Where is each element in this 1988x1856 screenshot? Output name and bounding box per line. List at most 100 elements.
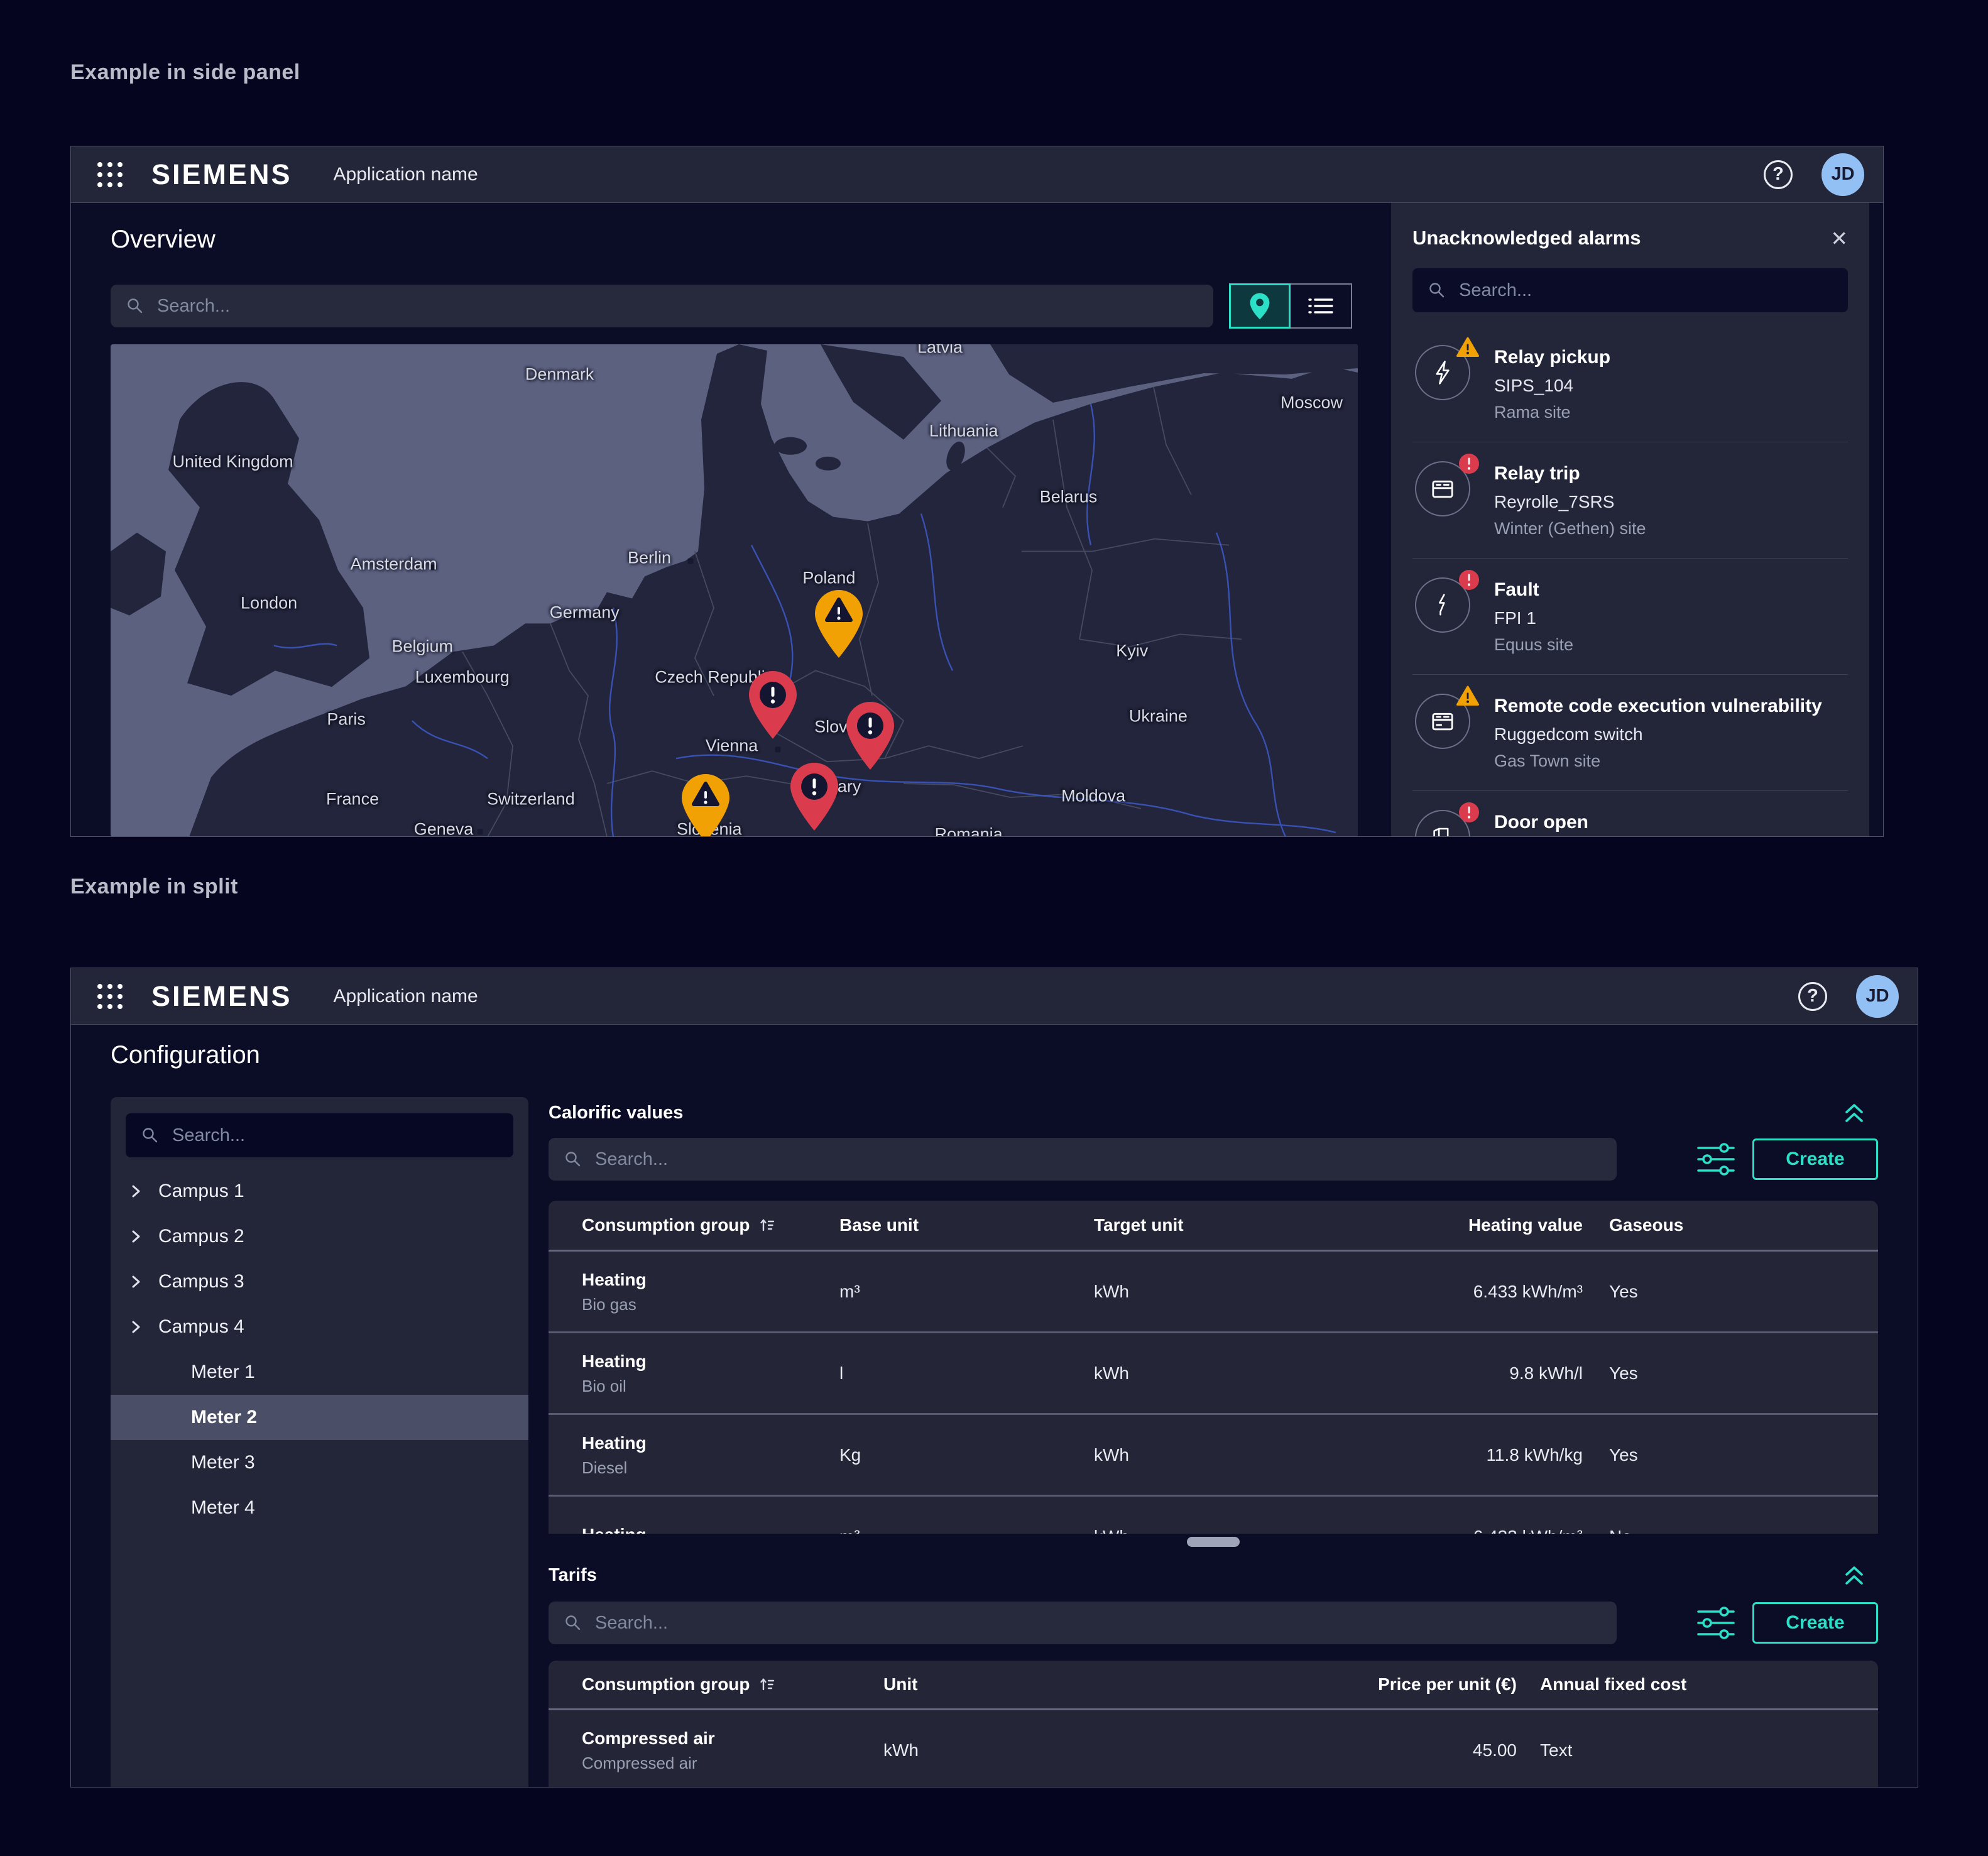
europe-map[interactable]: Denmark Latvia Moscow Lithuania United K… (111, 344, 1358, 837)
relay-device-icon (1429, 476, 1456, 502)
tree-item-label: Meter 3 (191, 1452, 255, 1473)
application-name: Application name (334, 986, 478, 1007)
tarifs-search-input[interactable] (594, 1612, 1600, 1634)
chevron-right-icon[interactable] (131, 1274, 158, 1289)
chevron-right-icon[interactable] (131, 1184, 158, 1199)
alarm-site: Gas Town site (1494, 751, 1822, 772)
tree-item-meter-3[interactable]: Meter 3 (111, 1440, 528, 1485)
tarifs-section-title: Tarifs (549, 1565, 597, 1586)
map-label: Belarus (1040, 488, 1098, 507)
app-launcher-icon[interactable] (96, 983, 124, 1010)
map-label: Germany (550, 603, 620, 623)
tree-item-campus-2[interactable]: Campus 2 (111, 1214, 528, 1259)
create-button[interactable]: Create (1752, 1602, 1878, 1644)
alarm-item[interactable]: Relay trip Reyrolle_7SRS Winter (Gethen)… (1412, 442, 1848, 559)
map-label: France (326, 790, 379, 809)
row-target-unit: kWh (1094, 1282, 1129, 1302)
row-base-unit: Kg (839, 1445, 861, 1465)
row-heating-value: 6.433 kWh/m³ (1473, 1527, 1583, 1534)
help-icon[interactable]: ? (1764, 160, 1793, 189)
search-icon (565, 1151, 581, 1167)
map-pin-error[interactable] (744, 667, 802, 741)
row-target-unit: kWh (1094, 1363, 1129, 1384)
column-header-target-unit[interactable]: Target unit (1094, 1215, 1184, 1235)
row-gaseous: Yes (1609, 1363, 1638, 1384)
tree-item-campus-1[interactable]: Campus 1 (111, 1169, 528, 1214)
sidebar-search-input[interactable] (171, 1125, 497, 1147)
avatar[interactable]: JD (1856, 975, 1899, 1018)
row-target-unit: kWh (1094, 1527, 1129, 1534)
map-pin-warning[interactable] (677, 770, 735, 837)
table-row[interactable]: Compressed air Compressed air kWh 45.00 … (549, 1710, 1878, 1787)
map-label: Romania (935, 825, 1003, 837)
row-heating-value: 9.8 kWh/l (1509, 1363, 1583, 1384)
tree-item-label: Meter 1 (191, 1362, 255, 1383)
app-launcher-icon[interactable] (96, 161, 124, 188)
map-label: Switzerland (487, 790, 575, 809)
search-icon (565, 1615, 581, 1631)
row-group: Heating (582, 1433, 647, 1454)
row-group: Heating (582, 1524, 647, 1534)
asset-tree-sidebar: Campus 1 Campus 2 Campus 3 Campus 4 Mete… (111, 1097, 528, 1787)
row-gaseous: No (1609, 1527, 1632, 1534)
tree-item-campus-4[interactable]: Campus 4 (111, 1304, 528, 1350)
map-view-button[interactable] (1229, 283, 1291, 329)
search-icon (1429, 282, 1445, 298)
column-header-price-per-unit[interactable]: Price per unit (€) (1378, 1674, 1517, 1695)
list-view-button[interactable] (1291, 283, 1352, 329)
column-header-consumption-group[interactable]: Consumption group (582, 1215, 775, 1235)
tree-item-campus-3[interactable]: Campus 3 (111, 1259, 528, 1304)
column-header-heating-value[interactable]: Heating value (1468, 1215, 1583, 1235)
table-row[interactable]: Heating Diesel Kg kWh 11.8 kWh/kg Yes (549, 1415, 1878, 1497)
calorific-search-input[interactable] (594, 1149, 1600, 1171)
search-input[interactable] (156, 295, 1197, 317)
alarms-search-input[interactable] (1458, 280, 1832, 302)
alarm-item[interactable]: Relay pickup SIPS_104 Rama site (1412, 326, 1848, 442)
filter-icon[interactable] (1697, 1142, 1736, 1179)
map-pin-error[interactable] (785, 759, 843, 833)
create-button[interactable]: Create (1752, 1138, 1878, 1180)
column-header-consumption-group[interactable]: Consumption group (582, 1674, 775, 1695)
row-gaseous: Yes (1609, 1282, 1638, 1302)
close-icon[interactable]: ✕ (1830, 228, 1848, 249)
column-header-base-unit[interactable]: Base unit (839, 1215, 919, 1235)
table-row[interactable]: Heating Bio oil l kWh 9.8 kWh/l Yes (549, 1333, 1878, 1415)
column-header-gaseous[interactable]: Gaseous (1609, 1215, 1683, 1235)
filter-icon[interactable] (1697, 1606, 1736, 1642)
tree-item-meter-2[interactable]: Meter 2 (111, 1395, 528, 1440)
map-label: Luxembourg (415, 667, 510, 687)
avatar[interactable]: JD (1821, 153, 1864, 196)
network-switch-icon (1429, 708, 1456, 734)
alarm-item[interactable]: Door open FPI 1 (1412, 791, 1848, 836)
column-header-unit[interactable]: Unit (883, 1674, 917, 1695)
map-label: United Kingdom (172, 452, 293, 472)
map-pin-error[interactable] (841, 698, 899, 772)
alarm-site: Winter (Gethen) site (1494, 518, 1646, 539)
list-icon (1307, 297, 1335, 315)
sidebar-search (126, 1113, 513, 1157)
map-pin-warning[interactable] (810, 586, 868, 660)
column-header-annual-fixed-cost[interactable]: Annual fixed cost (1540, 1674, 1686, 1695)
tree-item-meter-4[interactable]: Meter 4 (111, 1485, 528, 1531)
table-row[interactable]: Heating m³ kWh 6.433 kWh/m³ No (549, 1497, 1878, 1534)
alarm-item[interactable]: Fault FPI 1 Equus site (1412, 559, 1848, 675)
chevron-right-icon[interactable] (131, 1319, 158, 1335)
tree-item-label: Meter 2 (191, 1407, 257, 1428)
tree-item-meter-1[interactable]: Meter 1 (111, 1350, 528, 1395)
page-title: Overview (111, 226, 216, 254)
error-badge-icon (1458, 569, 1480, 591)
alarm-title: Remote code execution vulnerability (1494, 695, 1822, 718)
collapse-icon[interactable] (1844, 1565, 1865, 1586)
table-row[interactable]: Heating Bio gas m³ kWh 6.433 kWh/m³ Yes (549, 1252, 1878, 1333)
help-icon[interactable]: ? (1798, 982, 1827, 1011)
horizontal-scrollbar[interactable] (1187, 1537, 1240, 1547)
row-subgroup: Bio gas (582, 1294, 647, 1314)
alarm-item[interactable]: Remote code execution vulnerability Rugg… (1412, 675, 1848, 791)
alarms-search (1412, 268, 1848, 312)
city-dot (477, 829, 483, 835)
collapse-icon[interactable] (1844, 1103, 1865, 1124)
sort-ascending-icon (759, 1217, 775, 1233)
row-target-unit: kWh (1094, 1445, 1129, 1465)
chevron-right-icon[interactable] (131, 1229, 158, 1244)
alarm-site: Equus site (1494, 635, 1573, 655)
